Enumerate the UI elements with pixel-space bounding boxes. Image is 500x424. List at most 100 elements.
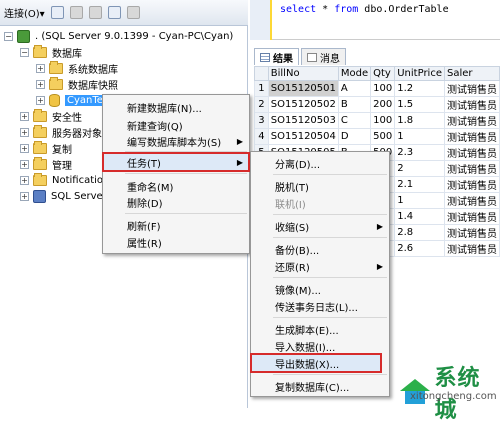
tree-node-management[interactable]: + 管理 [20, 156, 72, 172]
column-header[interactable]: UnitPrice [394, 66, 445, 81]
table-cell[interactable]: 测试销售员 [444, 80, 500, 97]
table-row[interactable]: 4 SO15120504 D 500 1 测试销售员 [254, 128, 500, 145]
table-cell[interactable]: SO15120501 [267, 80, 339, 97]
menu-label: 属性(R) [127, 238, 162, 250]
table-row[interactable]: 3 SO15120503 C 100 1.8 测试销售员 [254, 112, 500, 129]
table-cell[interactable]: 1 [394, 128, 445, 145]
menu-label: 编写数据库脚本为(S) [127, 137, 222, 149]
expand-icon[interactable]: + [20, 127, 29, 137]
menu-item-copy-database[interactable]: 复制数据库(C)... [251, 377, 389, 395]
table-cell[interactable]: 200 [370, 96, 396, 113]
row-number[interactable]: 2 [254, 96, 269, 113]
menu-item-detach[interactable]: 分离(D)... [251, 154, 389, 172]
menu-item-log-shipping[interactable]: 传送事务日志(L)... [251, 297, 389, 315]
tree-label-system-db: 系统数据库 [68, 64, 118, 76]
table-cell[interactable]: 测试销售员 [444, 192, 500, 209]
tree-node-snapshots[interactable]: + 数据库快照 [36, 76, 118, 92]
column-header[interactable]: Qty [370, 66, 396, 81]
table-cell[interactable]: 100 [370, 80, 396, 97]
folder-icon [33, 172, 47, 186]
tree-node-server-objects[interactable]: + 服务器对象 [20, 124, 102, 140]
menu-item-restore[interactable]: 还原(R) ▶ [251, 257, 389, 275]
menu-item-offline[interactable]: 脱机(T) [251, 177, 389, 195]
table-cell[interactable]: 测试销售员 [444, 176, 500, 193]
disconnect-icon[interactable] [69, 6, 83, 19]
table-cell[interactable]: 测试销售员 [444, 208, 500, 225]
tree-label-snapshots: 数据库快照 [68, 80, 118, 92]
tree-label-management: 管理 [52, 160, 72, 172]
menu-item-shrink[interactable]: 收缩(S) ▶ [251, 217, 389, 235]
table-cell[interactable]: B [337, 96, 372, 113]
table-cell[interactable]: 100 [370, 112, 396, 129]
expand-icon[interactable]: + [20, 175, 29, 185]
table-cell[interactable]: 测试销售员 [444, 128, 500, 145]
tree-node-agent[interactable]: + SQL Server [20, 188, 107, 204]
table-cell[interactable]: 1.2 [394, 80, 445, 97]
menu-item-refresh[interactable]: 刷新(F) [103, 216, 249, 234]
table-cell[interactable]: 2.8 [394, 224, 445, 241]
table-cell[interactable]: SO15120503 [267, 112, 339, 129]
menu-item-import-data[interactable]: 导入数据(I)... [251, 337, 389, 355]
tab-messages[interactable]: 消息 [301, 48, 346, 65]
table-cell[interactable]: 1.5 [394, 96, 445, 113]
table-cell[interactable]: C [337, 112, 372, 129]
table-cell[interactable]: 测试销售员 [444, 112, 500, 129]
table-cell[interactable]: 测试销售员 [444, 160, 500, 177]
table-cell[interactable]: 1 [394, 192, 445, 209]
table-cell[interactable]: D [337, 128, 372, 145]
table-cell[interactable]: 2.6 [394, 240, 445, 257]
expand-icon[interactable]: + [36, 79, 45, 89]
filter-icon[interactable] [126, 6, 140, 19]
table-row[interactable]: 1 SO15120501 A 100 1.2 测试销售员 [254, 80, 500, 97]
menu-item-new-database[interactable]: 新建数据库(N)... [103, 98, 249, 116]
tree-node-server[interactable]: − . (SQL Server 9.0.1399 - Cyan-PC\Cyan) [4, 28, 233, 44]
row-number[interactable]: 4 [254, 128, 269, 145]
expand-icon[interactable]: + [20, 111, 29, 121]
connect-button[interactable]: 连接(O)▾ [4, 5, 45, 20]
table-cell[interactable]: 测试销售员 [444, 240, 500, 257]
expand-icon[interactable]: + [20, 159, 29, 169]
table-cell[interactable]: 测试销售员 [444, 144, 500, 161]
table-cell[interactable]: 500 [370, 128, 396, 145]
menu-item-backup[interactable]: 备份(B)... [251, 240, 389, 258]
stop-icon[interactable] [88, 6, 102, 19]
table-row[interactable]: 2 SO15120502 B 200 1.5 测试销售员 [254, 96, 500, 113]
menu-item-tasks[interactable]: 任务(T) ▶ [102, 152, 250, 172]
table-cell[interactable]: 测试销售员 [444, 224, 500, 241]
table-cell[interactable]: 2.1 [394, 176, 445, 193]
connect-icon[interactable] [50, 6, 64, 19]
tree-node-system-db[interactable]: + 系统数据库 [36, 60, 118, 76]
refresh-icon[interactable] [107, 6, 121, 19]
expand-icon[interactable]: + [20, 143, 29, 153]
menu-item-delete[interactable]: 删除(D) [103, 193, 249, 211]
expand-icon[interactable]: + [20, 191, 29, 201]
table-cell[interactable]: 2.3 [394, 144, 445, 161]
collapse-icon[interactable]: − [4, 31, 13, 41]
expand-icon[interactable]: + [36, 63, 45, 73]
tree-node-notification[interactable]: + Notification [20, 172, 109, 188]
table-cell[interactable]: 2 [394, 160, 445, 177]
menu-item-export-data[interactable]: 导出数据(X)... [250, 353, 382, 373]
tree-node-replication[interactable]: + 复制 [20, 140, 72, 156]
menu-item-script-database[interactable]: 编写数据库脚本为(S) ▶ [103, 132, 249, 150]
expand-icon[interactable]: + [36, 95, 45, 105]
menu-item-generate-scripts[interactable]: 生成脚本(E)... [251, 320, 389, 338]
table-cell[interactable]: 1.4 [394, 208, 445, 225]
menu-item-properties[interactable]: 属性(R) [103, 233, 249, 251]
column-header[interactable]: Mode [337, 66, 372, 81]
collapse-icon[interactable]: − [20, 47, 29, 57]
column-header[interactable]: BillNo [267, 66, 339, 81]
row-number[interactable]: 1 [254, 80, 269, 97]
tab-results[interactable]: 结果 [254, 48, 299, 65]
tree-node-security[interactable]: + 安全性 [20, 108, 82, 124]
table-cell[interactable]: 1.8 [394, 112, 445, 129]
column-header[interactable]: Saler [444, 66, 500, 81]
tree-node-databases[interactable]: − 数据库 [20, 44, 82, 60]
query-editor[interactable]: select * from dbo.OrderTable [250, 0, 500, 40]
table-cell[interactable]: SO15120504 [267, 128, 339, 145]
table-cell[interactable]: 测试销售员 [444, 96, 500, 113]
table-cell[interactable]: SO15120502 [267, 96, 339, 113]
row-number[interactable]: 3 [254, 112, 269, 129]
menu-item-mirror[interactable]: 镜像(M)... [251, 280, 389, 298]
table-cell[interactable]: A [337, 80, 372, 97]
